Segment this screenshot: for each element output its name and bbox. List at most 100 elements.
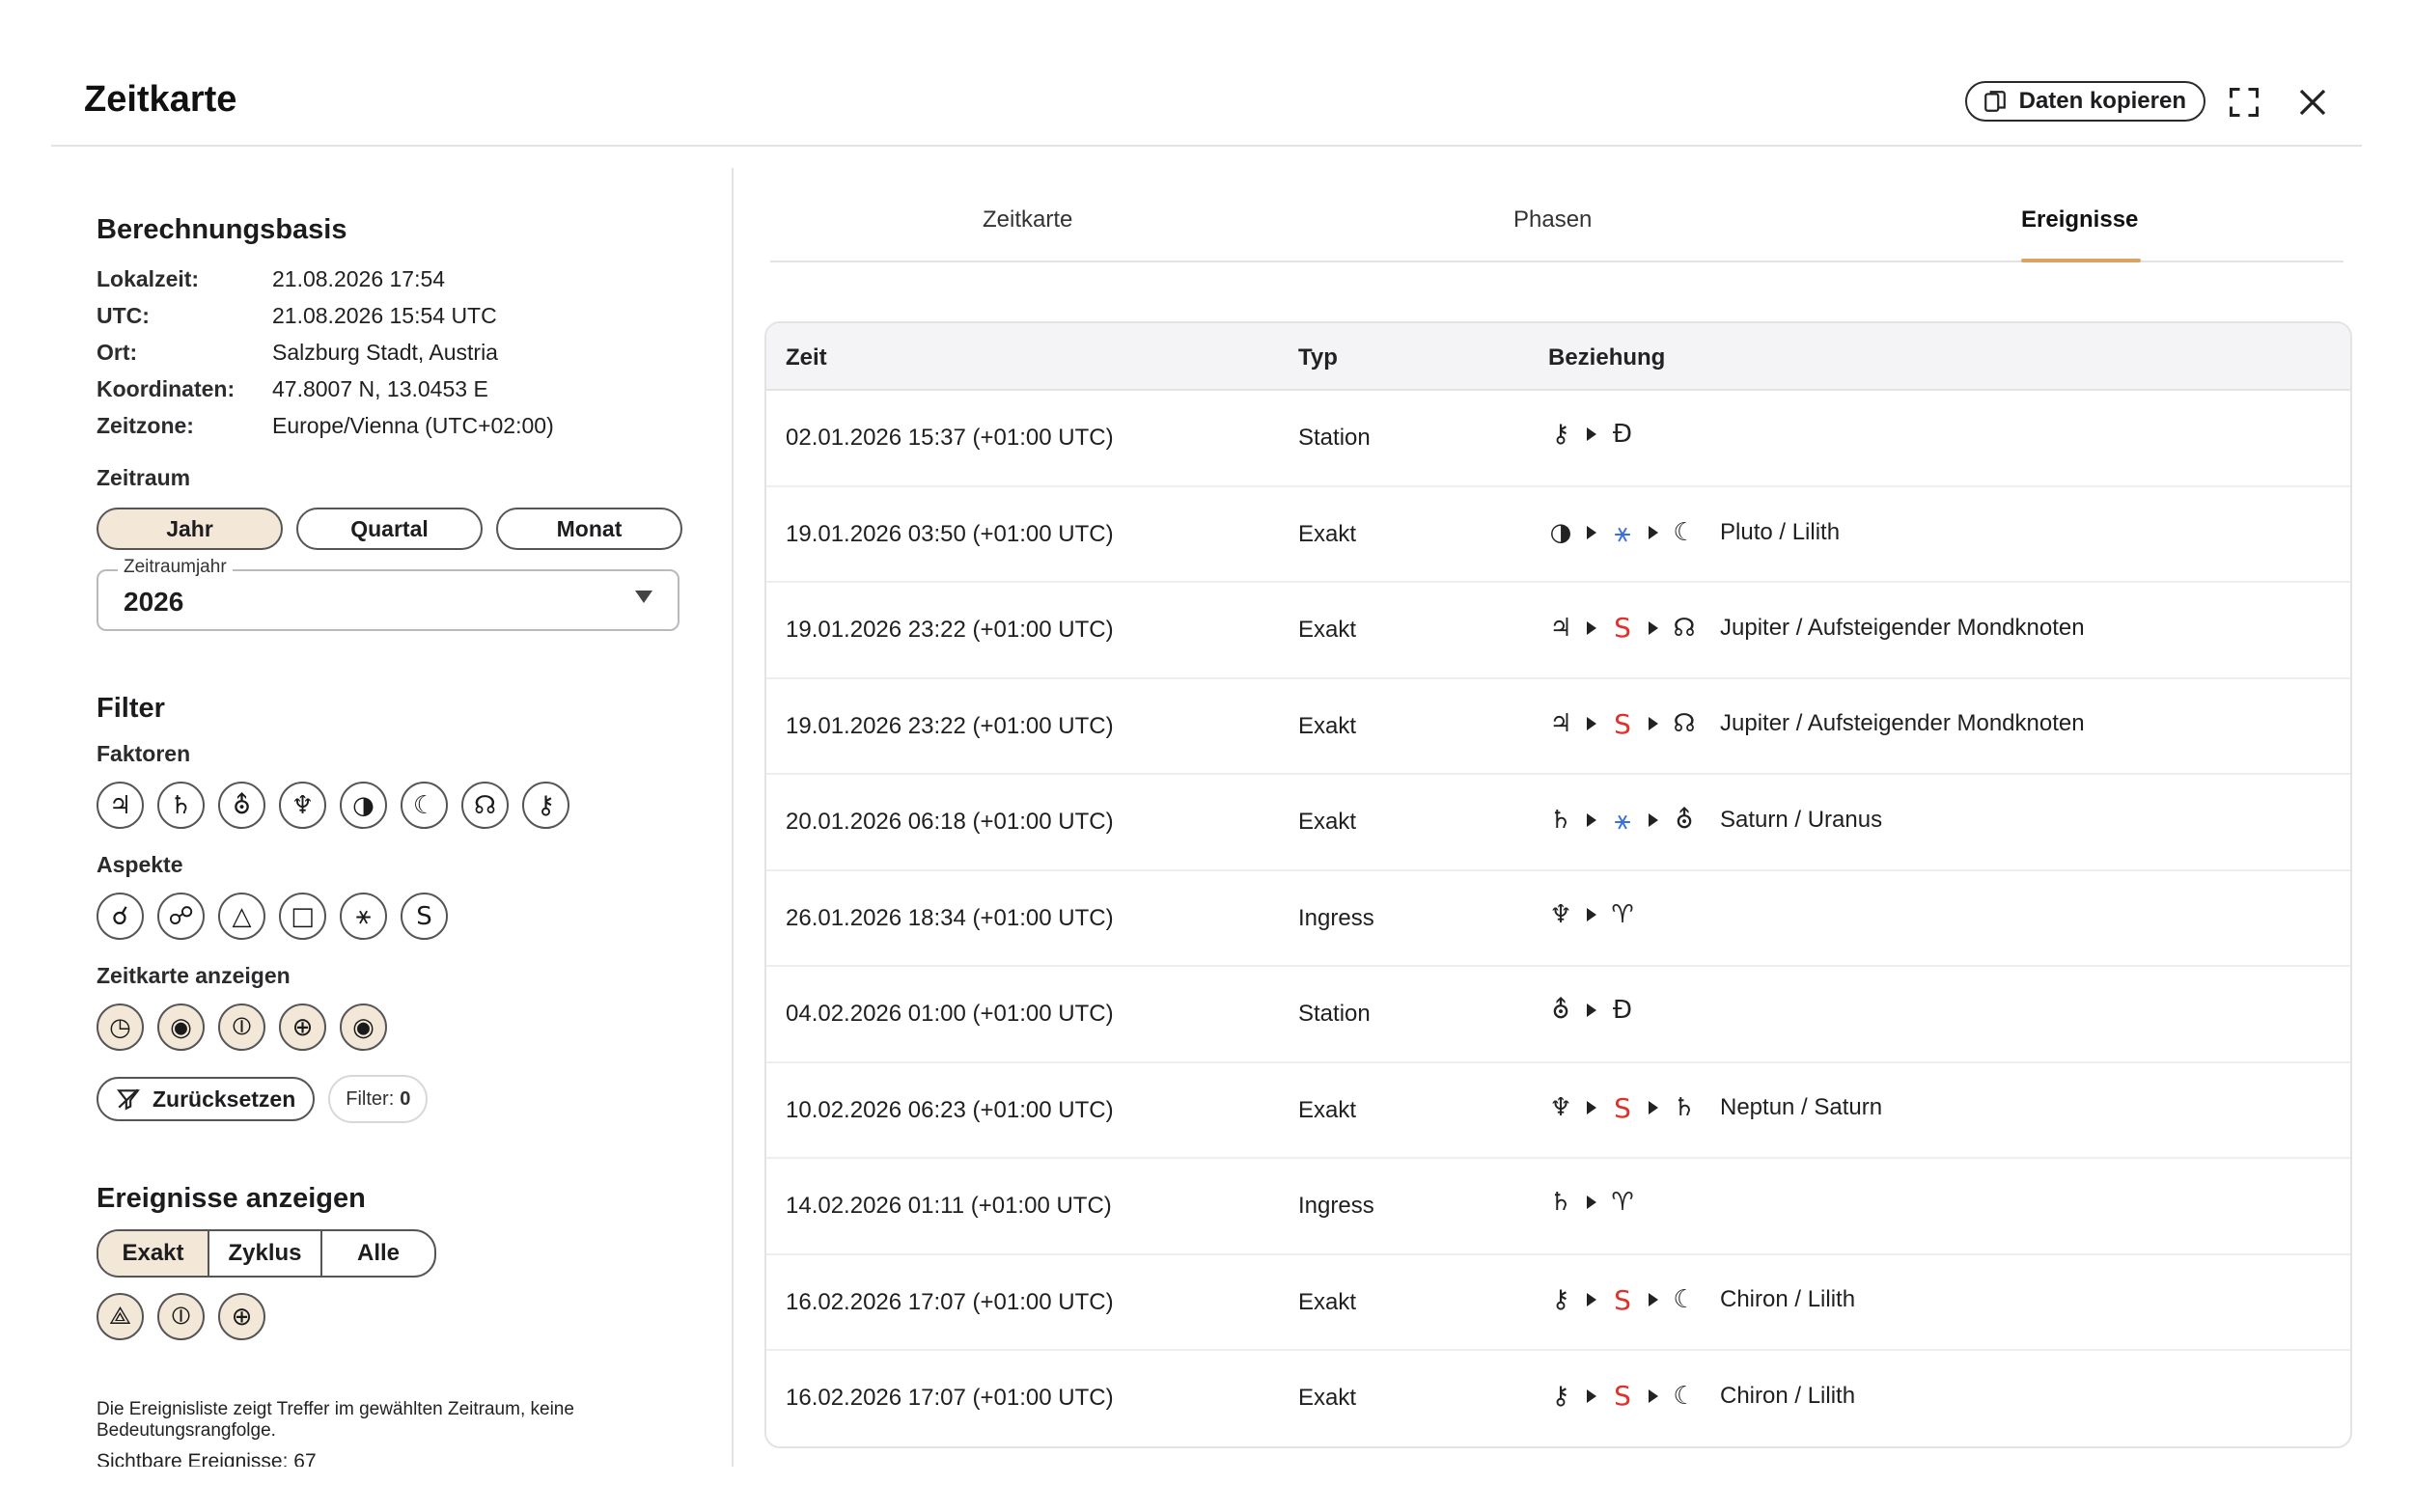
ereignisse-exakt-button[interactable]: Exakt (98, 1231, 209, 1276)
square-chip-icon[interactable]: □ (279, 893, 326, 940)
uranus-chip-icon[interactable]: ⛢ (218, 782, 265, 829)
faktoren-chips: ♃ ♄ ⛢ ♆ ◑ ☾ ☊ ⚷ (97, 782, 569, 829)
zeitraum-year-button[interactable]: Jahr (97, 508, 283, 550)
select-legend: Zeitraumjahr (118, 557, 233, 578)
cell-beziehung: ⚷ Đ (1548, 420, 1635, 449)
cell-beziehung: ⛢ Đ (1548, 996, 1635, 1025)
target-chip-icon[interactable]: ◉ (340, 1003, 387, 1051)
node-chip-icon[interactable]: ☊ (461, 782, 509, 829)
table-row[interactable]: 16.02.2026 17:07 (+01:00 UTC) Exakt ⚷ S ☾ Chi… (766, 1255, 2350, 1351)
table-row[interactable]: 16.02.2026 17:07 (+01:00 UTC) Exakt ⚷ S ☾ Chi… (766, 1351, 2350, 1446)
ereignisse-note: Die Ereignisliste zeigt Treffer im gewäh… (97, 1399, 574, 1441)
eye-chip-icon[interactable]: ◉ (157, 1003, 205, 1051)
select-value: 2026 (124, 587, 184, 617)
target-icon: Đ (1612, 996, 1633, 1025)
modal-title: Zeitkarte (84, 79, 237, 120)
arrow-right-icon (1587, 427, 1596, 441)
zeitraumjahr-select[interactable]: Zeitraumjahr 2026 (97, 557, 680, 631)
arrow-right-icon (1649, 813, 1658, 827)
planet-icon: ⚷ (1551, 1381, 1570, 1411)
lilith-chip-icon[interactable]: ☾ (401, 782, 448, 829)
chiron-chip-icon[interactable]: ⚷ (522, 782, 569, 829)
cell-zeit: 04.02.2026 01:00 (+01:00 UTC) (786, 1001, 1114, 1027)
arrow-right-icon (1649, 620, 1658, 635)
cell-beziehung: ⚷ S ☾ Chiron / Lilith (1548, 1284, 1855, 1316)
cell-zeit: 19.01.2026 03:50 (+01:00 UTC) (786, 520, 1114, 547)
target-icon: ♈ (1611, 899, 1634, 929)
pluto-chip-icon[interactable]: ◑ (340, 782, 387, 829)
earth-chip-icon[interactable]: ⊕ (279, 1003, 326, 1051)
cell-beziehung: ♄ ♈ (1548, 1188, 1635, 1217)
arrow-right-icon (1587, 1196, 1596, 1209)
opposition-chip-icon[interactable]: ☍ (157, 893, 205, 940)
cycle-chip-icon[interactable]: ⟁ (97, 1293, 144, 1340)
relation-description: Chiron / Lilith (1720, 1286, 1856, 1312)
clock-chip-icon[interactable]: ◷ (97, 1003, 144, 1051)
cell-typ: Exakt (1298, 1096, 1357, 1123)
planet-icon: ♆ (1549, 1093, 1572, 1122)
planet-icon: ◑ (1549, 517, 1572, 547)
table-row[interactable]: 02.01.2026 15:37 (+01:00 UTC) Station ⚷ Đ (766, 391, 2350, 487)
semisextile-chip-icon[interactable]: S (401, 893, 448, 940)
cell-zeit: 16.02.2026 17:07 (+01:00 UTC) (786, 1385, 1114, 1411)
ereignisse-chips: ⟁ ⦶ ⊕ (97, 1293, 265, 1340)
trine-chip-icon[interactable]: △ (218, 893, 265, 940)
ereignisse-alle-button[interactable]: Alle (322, 1231, 434, 1276)
jupiter-chip-icon[interactable]: ♃ (97, 782, 144, 829)
zeitraum-quarter-button[interactable]: Quartal (296, 508, 483, 550)
arrow-right-icon (1587, 907, 1596, 921)
saturn-chip-icon[interactable]: ♄ (157, 782, 205, 829)
planet-icon: ⚷ (1551, 1285, 1570, 1314)
visible-count: Sichtbare Ereignisse: 67 (97, 1450, 317, 1468)
cell-beziehung: ◑ ⚹ ☾ Pluto / Lilith (1548, 516, 1840, 549)
arrow-right-icon (1649, 1388, 1658, 1403)
basis-key: Ort: (97, 340, 138, 365)
basis-value: 47.8007 N, 13.0453 E (272, 376, 488, 401)
cell-zeit: 19.01.2026 23:22 (+01:00 UTC) (786, 617, 1114, 643)
header-beziehung: Beziehung (1548, 344, 1666, 371)
cell-typ: Exakt (1298, 1385, 1357, 1411)
phase-chip-icon[interactable]: ⦶ (157, 1293, 205, 1340)
aspect-icon: ⚹ (1614, 515, 1631, 548)
cell-beziehung: ♄ ⚹ ⛢ Saturn / Uranus (1548, 804, 1882, 837)
basis-row: Koordinaten: 47.8007 N, 13.0453 E (97, 371, 554, 407)
zeitkarte-chips: ◷ ◉ ⦶ ⊕ ◉ (97, 1003, 387, 1051)
table-row[interactable]: 10.02.2026 06:23 (+01:00 UTC) Exakt ♆ S ♄ Nep… (766, 1063, 2350, 1159)
table-row[interactable]: 26.01.2026 18:34 (+01:00 UTC) Ingress ♆ ♈ (766, 871, 2350, 967)
table-row[interactable]: 19.01.2026 03:50 (+01:00 UTC) Exakt ◑ ⚹ ☾ Plu… (766, 487, 2350, 583)
aspect-icon: S (1614, 612, 1631, 644)
fullscreen-icon[interactable] (2227, 85, 2261, 120)
cell-typ: Ingress (1298, 904, 1374, 931)
table-row[interactable]: 19.01.2026 23:22 (+01:00 UTC) Exakt ♃ S ☊ Jup… (766, 583, 2350, 679)
target-icon: ☊ (1673, 613, 1696, 643)
basis-row: Ort: Salzburg Stadt, Austria (97, 334, 554, 371)
copy-icon (1983, 91, 2006, 112)
basis-key: Koordinaten: (97, 376, 236, 401)
phase-chip-icon[interactable]: ⦶ (218, 1003, 265, 1051)
basis-value: 21.08.2026 15:54 UTC (272, 303, 497, 328)
table-row[interactable]: 04.02.2026 01:00 (+01:00 UTC) Station ⛢ Đ (766, 967, 2350, 1063)
target-icon: ☾ (1673, 1285, 1696, 1314)
reset-button[interactable]: Zurücksetzen (97, 1077, 316, 1121)
tab-ereignisse[interactable]: Ereignisse (2021, 206, 2138, 234)
ereignisse-zyklus-button[interactable]: Zyklus (209, 1231, 322, 1276)
table-row[interactable]: 14.02.2026 01:11 (+01:00 UTC) Ingress ♄ ♈ (766, 1159, 2350, 1255)
zeitraum-month-button[interactable]: Monat (496, 508, 682, 550)
tab-phasen[interactable]: Phasen (1513, 206, 1592, 234)
cell-typ: Ingress (1298, 1193, 1374, 1219)
table-row[interactable]: 19.01.2026 23:22 (+01:00 UTC) Exakt ♃ S ☊ Jup… (766, 679, 2350, 775)
sextile-chip-icon[interactable]: ⚹ (340, 893, 387, 940)
tab-zeitkarte[interactable]: Zeitkarte (983, 206, 1072, 234)
copy-data-button[interactable]: Daten kopieren (1964, 81, 2205, 122)
caret-down-icon (635, 591, 652, 603)
neptune-chip-icon[interactable]: ♆ (279, 782, 326, 829)
ereignisse-anzeigen-title: Ereignisse anzeigen (97, 1183, 366, 1214)
conjunction-chip-icon[interactable]: ☌ (97, 893, 144, 940)
aspect-icon: S (1614, 1091, 1631, 1124)
cell-typ: Exakt (1298, 809, 1357, 835)
earth-chip-icon[interactable]: ⊕ (218, 1293, 265, 1340)
basis-value: 21.08.2026 17:54 (272, 266, 446, 291)
table-row[interactable]: 20.01.2026 06:18 (+01:00 UTC) Exakt ♄ ⚹ ⛢ Sat… (766, 775, 2350, 871)
cell-zeit: 26.01.2026 18:34 (+01:00 UTC) (786, 904, 1114, 931)
close-icon[interactable] (2295, 85, 2330, 120)
